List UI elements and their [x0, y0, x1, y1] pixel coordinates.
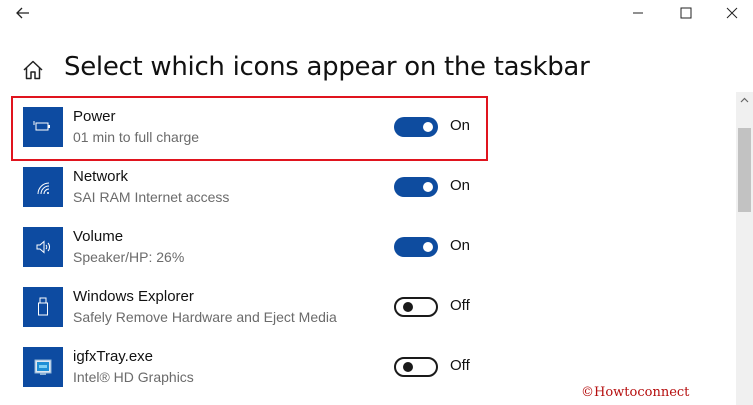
page-title: Select which icons appear on the taskbar	[64, 52, 590, 82]
toggle-knob	[403, 302, 413, 312]
toggle-state-label: On	[450, 117, 471, 134]
igfxtray-toggle[interactable]	[394, 357, 438, 377]
battery-charging-icon	[23, 107, 63, 147]
home-icon[interactable]	[21, 58, 45, 82]
close-button[interactable]	[721, 3, 743, 23]
item-description: Speaker/HP: 26%	[73, 249, 185, 265]
item-name: Volume	[73, 228, 124, 245]
minimize-button[interactable]	[627, 3, 649, 23]
list-item-power: Power 01 min to full charge On	[0, 97, 735, 157]
item-description: SAI RAM Internet access	[73, 189, 230, 205]
item-name: Network	[73, 168, 129, 185]
intel-graphics-icon	[23, 347, 63, 387]
speaker-icon	[23, 227, 63, 267]
item-description: Intel® HD Graphics	[73, 369, 194, 385]
wifi-icon	[23, 167, 63, 207]
toggle-knob	[423, 242, 433, 252]
scroll-up-arrow-icon[interactable]	[740, 96, 749, 105]
toggle-state-label: On	[450, 177, 471, 194]
maximize-button[interactable]	[675, 3, 697, 23]
toggle-knob	[403, 362, 413, 372]
scrollbar-thumb[interactable]	[738, 128, 751, 212]
list-item-windows-explorer: Windows Explorer Safely Remove Hardware …	[0, 277, 735, 337]
vertical-scrollbar[interactable]	[736, 92, 753, 405]
taskbar-icon-list: Power 01 min to full charge On Network S…	[0, 92, 735, 405]
item-name: Windows Explorer	[73, 288, 194, 305]
title-bar	[0, 0, 753, 28]
toggle-knob	[423, 122, 433, 132]
volume-toggle[interactable]	[394, 237, 438, 257]
item-description: 01 min to full charge	[73, 129, 200, 145]
toggle-state-label: On	[450, 237, 471, 254]
list-item-volume: Volume Speaker/HP: 26% On	[0, 217, 735, 277]
back-arrow-icon[interactable]	[12, 4, 34, 22]
network-toggle[interactable]	[394, 177, 438, 197]
item-name: Power	[73, 108, 116, 125]
windows-explorer-toggle[interactable]	[394, 297, 438, 317]
power-toggle[interactable]	[394, 117, 438, 137]
item-description: Safely Remove Hardware and Eject Media	[73, 309, 337, 325]
watermark: ©Howtoconnect	[581, 385, 690, 400]
usb-drive-icon	[23, 287, 63, 327]
toggle-state-label: Off	[450, 297, 470, 314]
toggle-state-label: Off	[450, 357, 470, 374]
item-name: igfxTray.exe	[73, 348, 154, 365]
toggle-knob	[423, 182, 433, 192]
list-item-network: Network SAI RAM Internet access On	[0, 157, 735, 217]
